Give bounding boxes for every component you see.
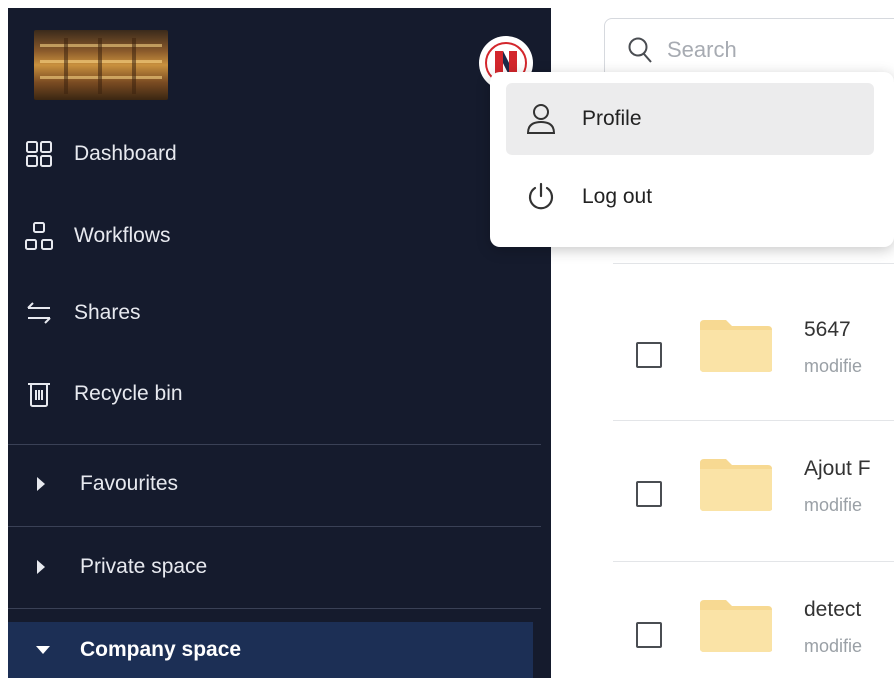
file-name[interactable]: Ajout F [804,457,871,481]
folder-icon [700,459,772,511]
row-checkbox[interactable] [636,342,662,368]
nav-recycle-bin[interactable]: Recycle bin [24,374,183,414]
file-meta: modifie [804,356,863,376]
file-name[interactable]: detect [804,598,861,622]
section-favourites[interactable]: Favourites [8,456,533,512]
power-icon [524,181,558,213]
row-checkbox[interactable] [636,481,662,507]
menu-item-logout[interactable]: Log out [506,161,874,233]
file-name[interactable]: 5647 [804,318,851,342]
search-icon [627,36,653,64]
section-company-space-label: Company space [80,638,242,661]
folder-icon [700,600,772,652]
share-arrows-icon [24,298,54,328]
trash-icon [24,379,54,409]
row-divider [613,561,894,562]
section-company-space[interactable]: Company space [8,622,533,678]
row-checkbox[interactable] [636,622,662,648]
menu-item-profile-label: Profile [582,107,642,130]
menu-item-logout-label: Log out [582,185,653,208]
user-icon [524,103,558,135]
row-divider [613,263,894,264]
file-meta: modifie [804,495,863,515]
library-logo[interactable] [34,30,168,100]
file-row[interactable]: detect modifie [636,598,894,678]
nav-workflows[interactable]: Workflows [24,216,170,256]
nav-shares-label: Shares [74,301,141,324]
nav-shares[interactable]: Shares [24,293,141,333]
file-row[interactable]: 5647 modifie [636,318,894,398]
search-placeholder: Search [667,37,737,62]
sidebar: Dashboard Workflows Shares Recycle bin F… [8,8,551,678]
file-row[interactable]: Ajout F modifie [636,457,894,537]
section-private-space-label: Private space [80,555,208,578]
workflow-icon [24,221,54,251]
nav-workflows-label: Workflows [74,224,171,247]
folder-icon [700,320,772,372]
sidebar-divider [8,444,541,445]
nav-recycle-bin-label: Recycle bin [74,382,183,405]
section-private-space[interactable]: Private space [8,539,533,595]
row-divider [613,420,894,421]
sidebar-divider [8,608,541,609]
sidebar-divider [8,526,541,527]
section-favourites-label: Favourites [80,472,179,495]
caret-right-icon [34,475,64,493]
caret-right-icon [34,558,64,576]
menu-item-profile[interactable]: Profile [506,83,874,155]
caret-down-icon [34,643,64,657]
nav-dashboard[interactable]: Dashboard [24,134,177,174]
nav-dashboard-label: Dashboard [74,142,177,165]
dashboard-grid-icon [24,139,54,169]
user-dropdown-menu: Profile Log out [490,72,894,247]
file-meta: modifie [804,636,863,656]
